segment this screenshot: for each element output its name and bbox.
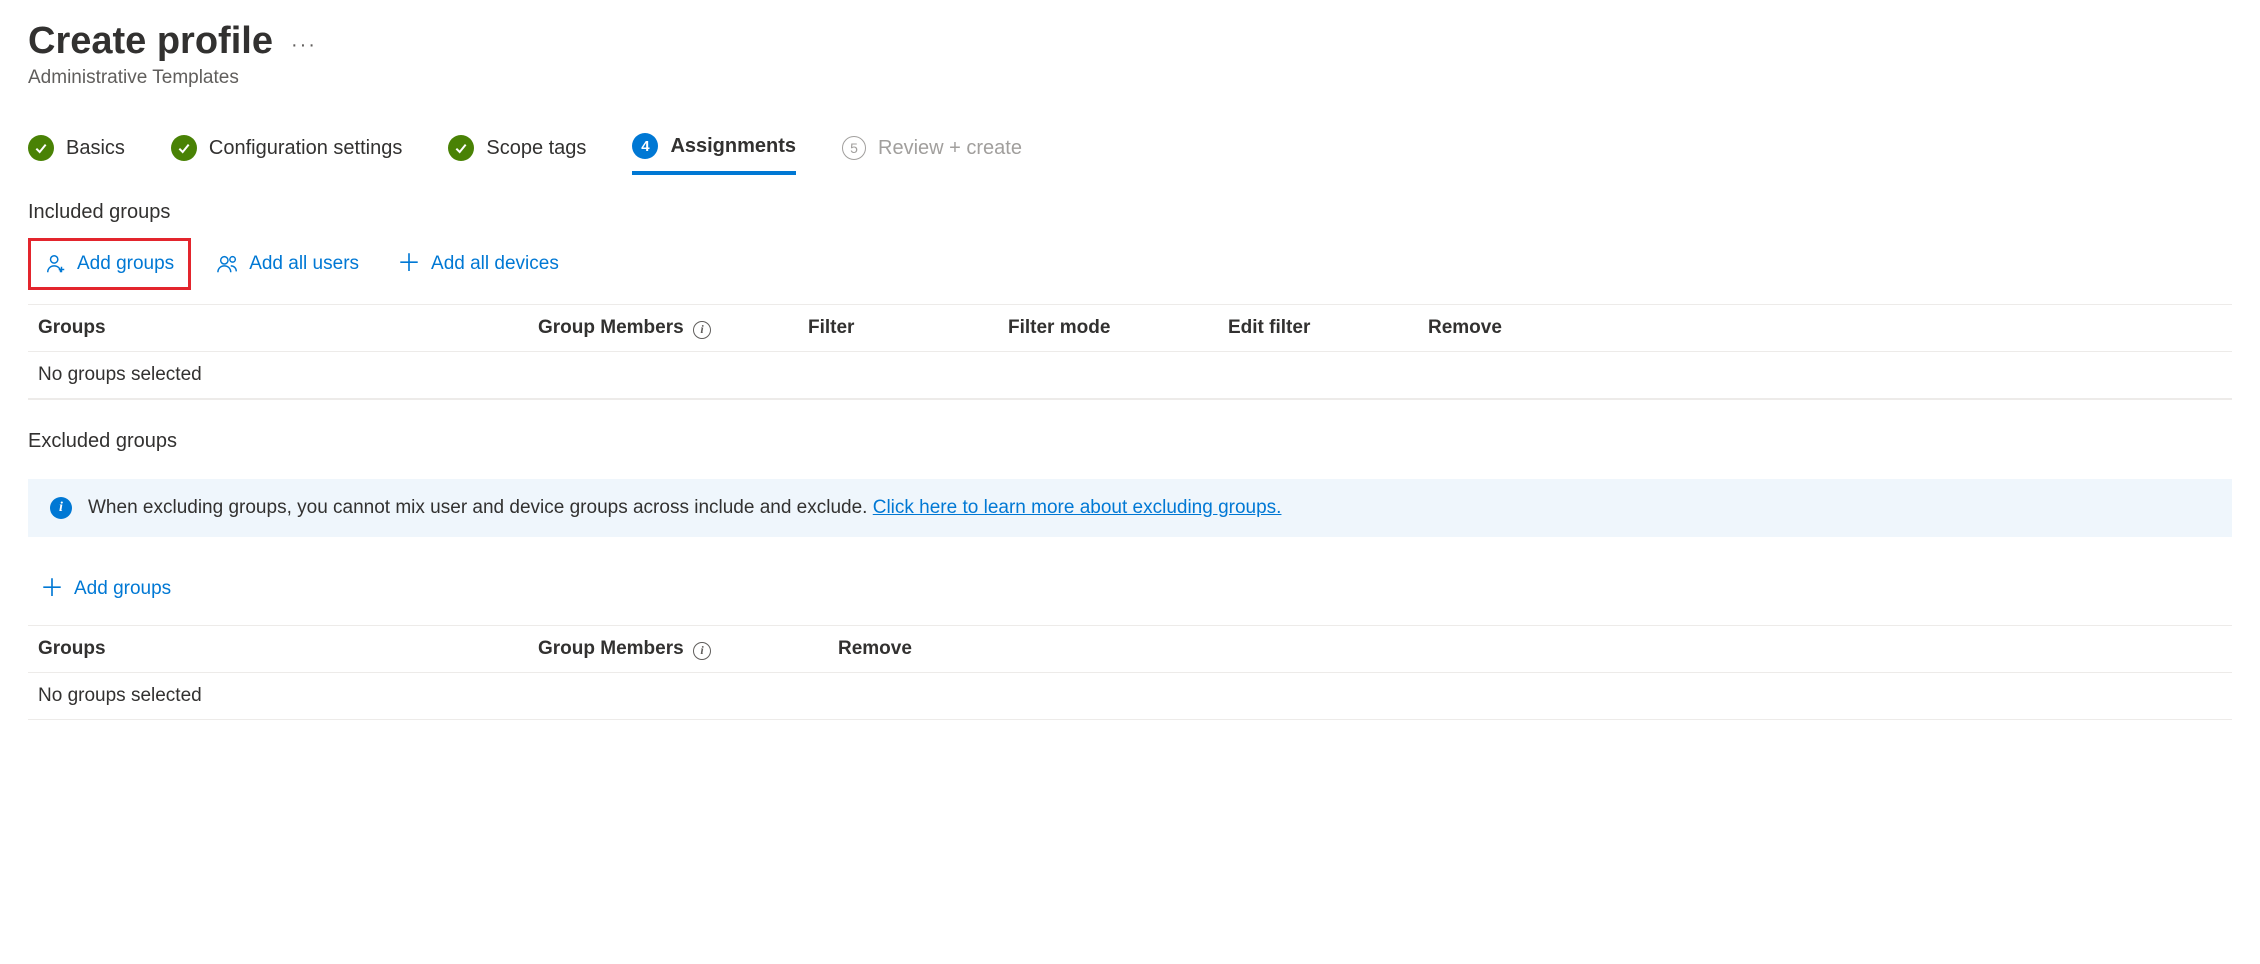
table-row-empty: No groups selected xyxy=(28,673,2232,719)
step-label: Scope tags xyxy=(486,137,586,160)
page-subtitle: Administrative Templates xyxy=(28,67,2232,89)
step-number-icon: 4 xyxy=(632,133,658,159)
col-members: Group Members i xyxy=(538,317,808,339)
col-filter-mode: Filter mode xyxy=(1008,317,1228,339)
col-edit-filter: Edit filter xyxy=(1228,317,1428,339)
step-basics[interactable]: Basics xyxy=(28,133,125,175)
plus-icon: ＋ xyxy=(397,252,421,276)
table-row-empty: No groups selected xyxy=(28,352,2232,398)
included-groups-title: Included groups xyxy=(28,201,2232,224)
table-header: Groups Group Members i Remove xyxy=(28,626,2232,673)
add-all-devices-button[interactable]: ＋ Add all devices xyxy=(385,242,571,286)
info-icon: i xyxy=(50,497,72,519)
people-icon xyxy=(217,253,239,275)
button-label: Add all devices xyxy=(431,253,559,275)
highlight-annotation: Add groups xyxy=(28,238,191,290)
step-review-create: 5 Review + create xyxy=(842,133,1022,175)
info-icon[interactable]: i xyxy=(693,321,711,339)
step-label: Review + create xyxy=(878,137,1022,160)
learn-more-link[interactable]: Click here to learn more about excluding… xyxy=(873,497,1282,518)
step-assignments[interactable]: 4 Assignments xyxy=(632,133,796,175)
col-groups: Groups xyxy=(38,317,538,339)
included-toolbar: Add groups Add all users ＋ Add all devic… xyxy=(28,238,2232,290)
plus-icon: ＋ xyxy=(40,577,64,601)
button-label: Add all users xyxy=(249,253,359,275)
banner-text: When excluding groups, you cannot mix us… xyxy=(88,497,1281,519)
step-label: Configuration settings xyxy=(209,137,402,160)
add-groups-button[interactable]: Add groups xyxy=(33,243,186,285)
step-config-settings[interactable]: Configuration settings xyxy=(171,133,402,175)
step-scope-tags[interactable]: Scope tags xyxy=(448,133,586,175)
add-all-users-button[interactable]: Add all users xyxy=(205,243,371,285)
table-header: Groups Group Members i Filter Filter mod… xyxy=(28,305,2232,352)
person-add-icon xyxy=(45,253,67,275)
divider xyxy=(28,399,2232,400)
empty-text: No groups selected xyxy=(38,364,538,386)
check-icon xyxy=(28,135,54,161)
col-filter: Filter xyxy=(808,317,1008,339)
check-icon xyxy=(448,135,474,161)
wizard-steps: Basics Configuration settings Scope tags… xyxy=(28,133,2232,175)
col-groups: Groups xyxy=(38,638,538,660)
page-title: Create profile xyxy=(28,20,273,63)
col-remove: Remove xyxy=(838,638,988,660)
col-remove: Remove xyxy=(1428,317,1528,339)
excluded-groups-table: Groups Group Members i Remove No groups … xyxy=(28,625,2232,720)
empty-text: No groups selected xyxy=(38,685,538,707)
col-members: Group Members i xyxy=(538,638,838,660)
check-icon xyxy=(171,135,197,161)
step-number-icon: 5 xyxy=(842,136,866,160)
included-groups-table: Groups Group Members i Filter Filter mod… xyxy=(28,304,2232,399)
button-label: Add groups xyxy=(74,578,171,600)
add-groups-excluded-button[interactable]: ＋ Add groups xyxy=(28,567,183,611)
step-label: Basics xyxy=(66,137,125,160)
more-icon[interactable]: ··· xyxy=(291,26,317,57)
info-icon[interactable]: i xyxy=(693,642,711,660)
excluded-groups-title: Excluded groups xyxy=(28,430,2232,453)
exclusion-info-banner: i When excluding groups, you cannot mix … xyxy=(28,479,2232,537)
button-label: Add groups xyxy=(77,253,174,275)
step-label: Assignments xyxy=(670,135,796,158)
